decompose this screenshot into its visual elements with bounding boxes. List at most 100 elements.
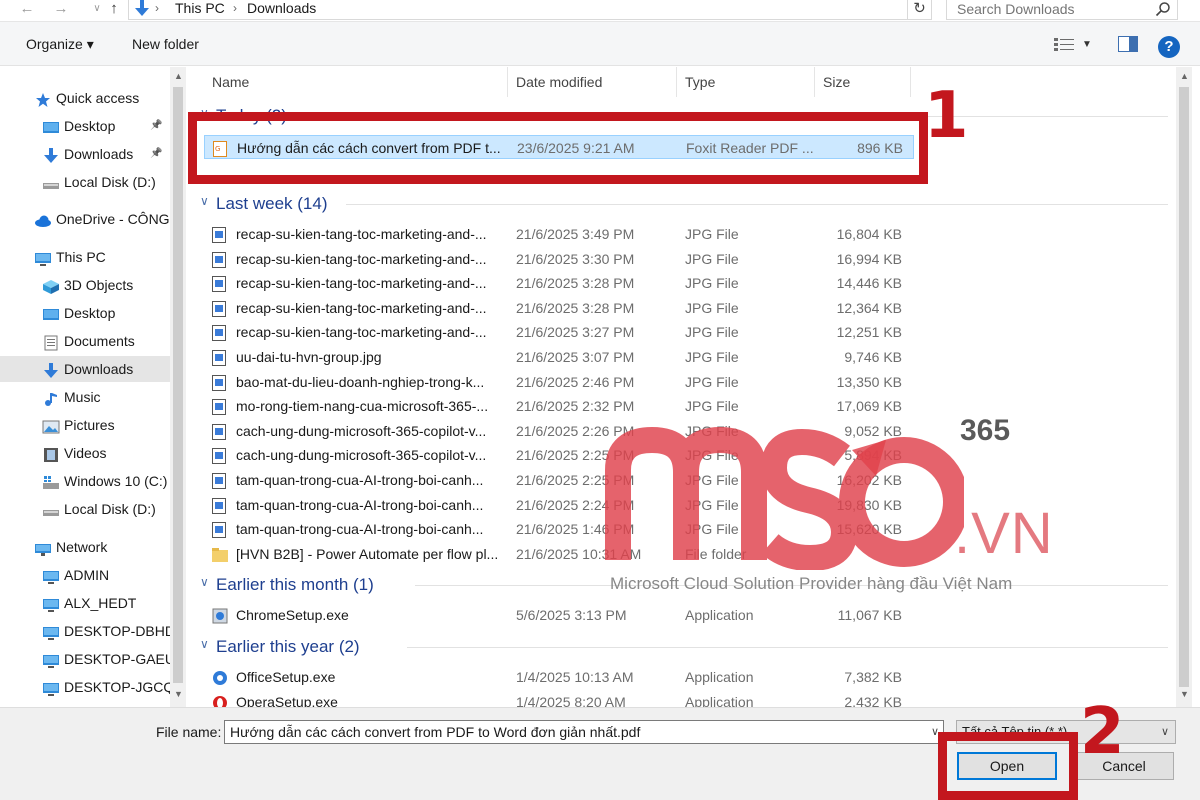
chevron-down-icon[interactable]: ∨ — [200, 637, 209, 651]
file-date-cell: 21/6/2025 1:46 PM — [516, 521, 635, 538]
back-icon[interactable]: ← — [16, 0, 38, 20]
nav-item-label: Local Disk (D:) — [64, 174, 156, 190]
file-row[interactable]: cach-ung-dung-microsoft-365-copilot-v...… — [204, 443, 914, 467]
file-row[interactable]: OfficeSetup.exe 1/4/2025 10:13 AM Applicat… — [204, 665, 914, 689]
nav-item[interactable]: DESKTOP-JGCQ4 — [0, 674, 182, 700]
column-header-size[interactable]: Size — [815, 67, 911, 97]
nav-item[interactable]: DESKTOP-DBHD — [0, 618, 175, 644]
scroll-up-icon[interactable]: ▲ — [174, 71, 183, 81]
file-type-cell: JPG File — [685, 422, 739, 439]
file-row[interactable]: recap-su-kien-tang-toc-marketing-and-...… — [204, 247, 914, 271]
file-list-scrollbar[interactable]: ▲ ▼ — [1176, 67, 1192, 707]
nav-item[interactable]: Local Disk (D:) — [0, 496, 170, 522]
nav-item-label: ALX_HEDT — [64, 595, 137, 611]
nav-item[interactable]: Desktop 📌 — [0, 113, 170, 139]
nav-item[interactable]: Desktop — [0, 300, 170, 326]
file-row[interactable]: cach-ung-dung-microsoft-365-copilot-v...… — [204, 419, 914, 443]
file-row[interactable]: tam-quan-trong-cua-AI-trong-boi-canh... 2… — [204, 493, 914, 517]
chevron-down-icon[interactable]: ∨ — [200, 575, 209, 589]
file-date-cell: 1/4/2025 10:13 AM — [516, 669, 634, 685]
organize-button[interactable]: Organize ▾ — [26, 34, 94, 54]
breadcrumb-downloads[interactable]: Downloads — [247, 0, 316, 17]
search-input[interactable] — [947, 0, 1147, 18]
group-header[interactable]: ∨ Earlier this month (1) — [186, 572, 1176, 598]
download-arrow-icon — [135, 0, 149, 16]
scroll-down-icon[interactable]: ▼ — [1180, 689, 1189, 699]
file-row[interactable]: mo-rong-tiem-nang-cua-microsoft-365-... 2… — [204, 394, 914, 418]
image-file-icon — [212, 497, 226, 514]
folder-icon — [212, 546, 228, 562]
file-list-scrollbar-thumb[interactable] — [1179, 87, 1189, 687]
nav-item-label: Downloads — [64, 146, 134, 162]
file-row[interactable]: OperaSetup.exe 1/4/2025 8:20 AM Applicatio… — [204, 690, 914, 707]
file-name-value: Hướng dẫn các cách convert from PDF to W… — [230, 724, 641, 740]
file-row[interactable]: recap-su-kien-tang-toc-marketing-and-...… — [204, 222, 914, 246]
file-date-cell: 21/6/2025 3:30 PM — [516, 250, 635, 267]
file-row[interactable]: [HVN B2B] - Power Automate per flow pl..… — [204, 542, 914, 566]
file-type-dropdown-icon[interactable]: ∨ — [1161, 721, 1169, 743]
nav-item[interactable]: Pictures — [0, 412, 170, 438]
nav-item[interactable]: Local Disk (D:) — [0, 169, 170, 195]
column-headers: Name Date modified Type Size — [186, 67, 1176, 97]
nav-item[interactable]: Quick access — [0, 85, 170, 111]
column-header-type[interactable]: Type — [677, 67, 815, 97]
file-name-cell: recap-su-kien-tang-toc-marketing-and-... — [236, 250, 487, 267]
group-header[interactable]: ∨ Earlier this year (2) — [186, 634, 1176, 660]
nav-item[interactable]: ADMIN — [0, 562, 170, 588]
scroll-down-icon[interactable]: ▼ — [174, 689, 183, 699]
up-icon[interactable]: ↑ — [103, 0, 125, 20]
column-header-date[interactable]: Date modified — [508, 67, 677, 97]
nav-item[interactable]: Videos — [0, 440, 170, 466]
navigation-scrollbar-thumb[interactable] — [173, 87, 183, 683]
view-details-icon[interactable] — [1054, 36, 1076, 52]
file-row[interactable]: recap-su-kien-tang-toc-marketing-and-...… — [204, 271, 914, 295]
chevron-down-icon[interactable]: ∨ — [200, 194, 209, 208]
installer-icon — [212, 607, 228, 624]
file-name-cell: recap-su-kien-tang-toc-marketing-and-... — [236, 226, 487, 242]
file-row[interactable]: tam-quan-trong-cua-AI-trong-boi-canh... 2… — [204, 517, 914, 541]
refresh-icon[interactable]: ↻ — [908, 0, 932, 20]
help-icon[interactable]: ? — [1158, 36, 1180, 58]
file-name-cell: OfficeSetup.exe — [236, 669, 336, 685]
search-box[interactable] — [946, 0, 1178, 20]
file-row[interactable]: ChromeSetup.exe 5/6/2025 3:13 PM Applicati… — [204, 603, 914, 627]
image-file-icon — [212, 447, 226, 465]
computer-icon — [42, 651, 60, 668]
nav-item[interactable]: 3D Objects — [0, 272, 170, 298]
group-label: Earlier this month (1) — [216, 575, 374, 594]
nav-item[interactable]: Music — [0, 384, 170, 410]
view-dropdown-icon[interactable]: ▼ — [1082, 35, 1092, 55]
file-type-cell: Application — [685, 669, 754, 685]
navigation-scrollbar[interactable]: ▲ ▼ — [170, 67, 186, 707]
scroll-up-icon[interactable]: ▲ — [1180, 71, 1189, 81]
desktop-icon — [42, 118, 60, 134]
file-row[interactable]: uu-dai-tu-hvn-group.jpg 21/6/2025 3:07 PM… — [204, 345, 914, 369]
file-row[interactable]: recap-su-kien-tang-toc-marketing-and-...… — [204, 320, 914, 344]
file-name-input[interactable]: Hướng dẫn các cách convert from PDF to W… — [224, 720, 944, 744]
new-folder-button[interactable]: New folder — [132, 34, 199, 54]
nav-item[interactable]: ALX_HEDT — [0, 590, 170, 616]
nav-item[interactable]: OneDrive - CÔNG — [0, 206, 170, 232]
annotation-number-1: 1 — [924, 79, 969, 153]
group-header[interactable]: ∨ Last week (14) — [186, 191, 1176, 217]
breadcrumb-this-pc[interactable]: This PC — [175, 0, 225, 17]
nav-item[interactable]: This PC — [0, 244, 170, 270]
nav-item[interactable]: Documents — [0, 328, 170, 354]
nav-item[interactable]: Downloads — [0, 356, 170, 382]
forward-icon[interactable]: → — [50, 0, 72, 20]
nav-item[interactable]: DESKTOP-GAEU5 — [0, 646, 183, 672]
nav-item[interactable]: Downloads 📌 — [0, 141, 170, 167]
download-arrow-icon — [42, 146, 60, 163]
nav-item[interactable]: Network — [0, 534, 170, 560]
file-row[interactable]: recap-su-kien-tang-toc-marketing-and-...… — [204, 296, 914, 320]
address-box[interactable]: › This PC › Downloads ∨ — [128, 0, 1029, 20]
nav-item[interactable]: Windows 10 (C:) — [0, 468, 170, 494]
pin-icon: 📌 — [150, 120, 163, 131]
file-row[interactable]: bao-mat-du-lieu-doanh-nghiep-trong-k... 2… — [204, 370, 914, 394]
image-file-icon — [212, 472, 226, 489]
file-row[interactable]: tam-quan-trong-cua-AI-trong-boi-canh... 2… — [204, 468, 914, 492]
file-date-cell: 21/6/2025 2:25 PM — [516, 472, 635, 488]
pictures-icon — [42, 417, 60, 434]
column-header-name[interactable]: Name — [204, 67, 508, 97]
preview-pane-icon[interactable] — [1118, 36, 1138, 52]
